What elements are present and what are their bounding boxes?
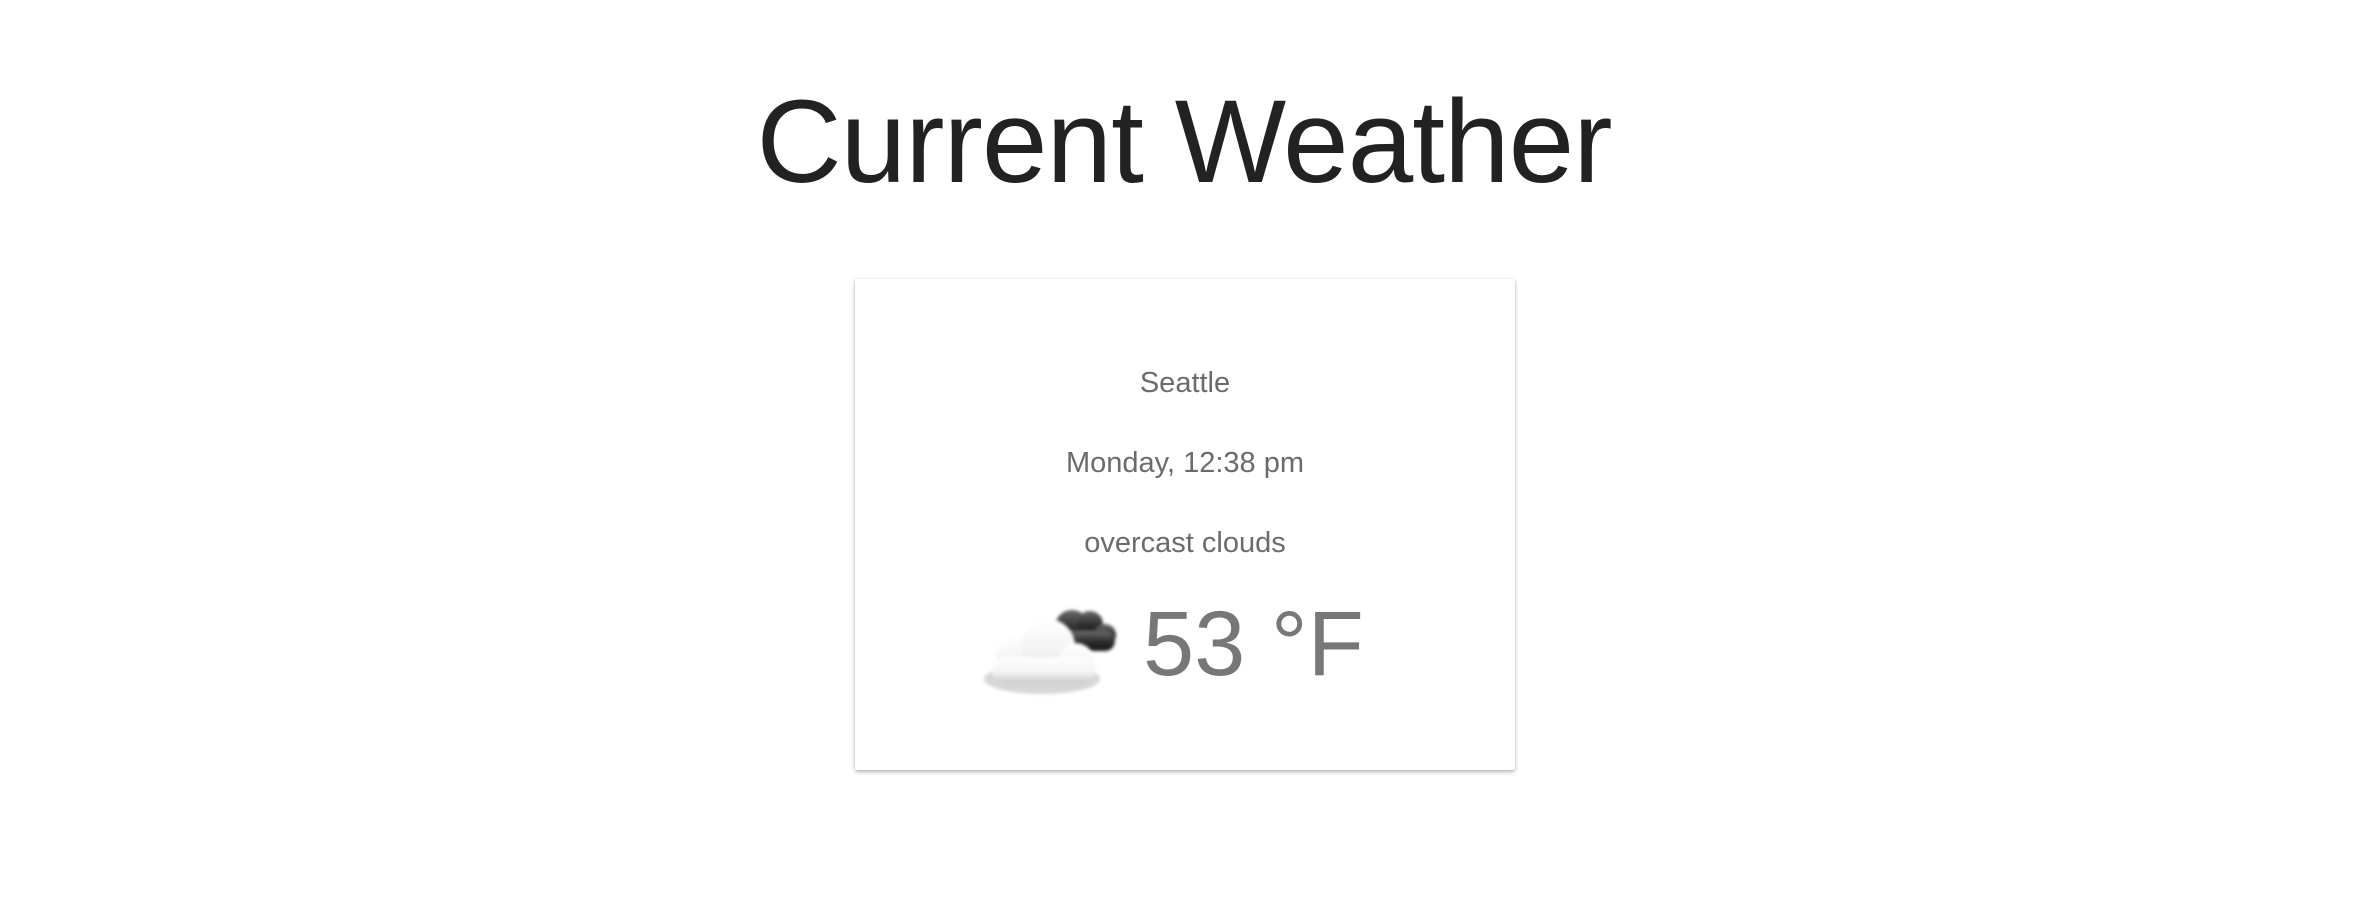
temperature-row: 53 °F — [855, 589, 1515, 699]
weather-description: overcast clouds — [1084, 527, 1286, 559]
city-name: Seattle — [1139, 367, 1231, 399]
date-time: Monday, 12:38 pm — [1065, 447, 1305, 479]
overcast-clouds-icon — [984, 610, 1116, 694]
page-title: Current Weather — [756, 76, 1612, 208]
temperature-value: 53 °F — [1143, 593, 1364, 695]
weather-card: Seattle Monday, 12:38 pm overcast clouds — [855, 279, 1515, 770]
page: Current Weather Seattle Monday, 12:38 pm… — [0, 0, 2368, 908]
